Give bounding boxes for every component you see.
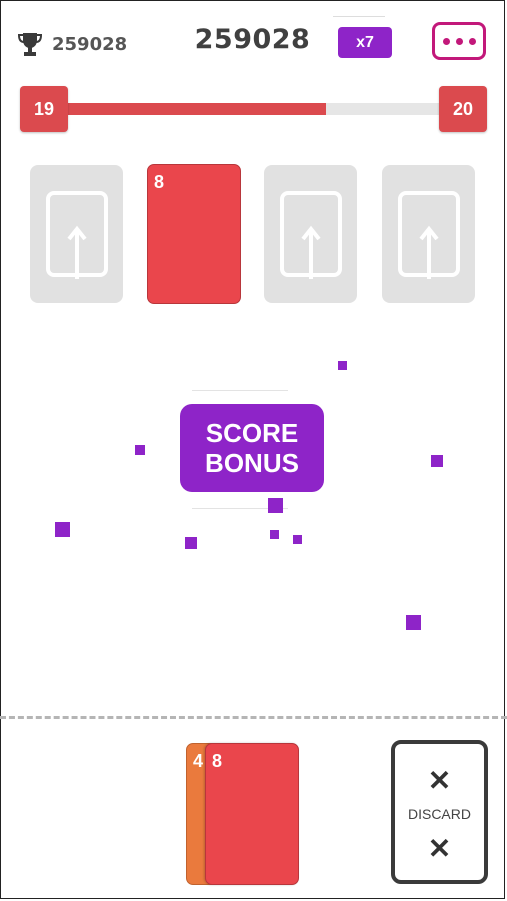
- best-score-value: 259028: [52, 33, 128, 55]
- bonus-line-top: [192, 390, 288, 391]
- confetti-particle: [185, 537, 197, 549]
- menu-button[interactable]: [432, 22, 486, 60]
- menu-dot-icon: [442, 37, 450, 45]
- upload-arrow-icon: [398, 191, 460, 279]
- bonus-text-line2: BONUS: [205, 448, 299, 478]
- confetti-particle: [268, 498, 283, 513]
- card-slot-1[interactable]: [30, 165, 123, 303]
- current-score: 259028: [194, 24, 311, 55]
- bonus-text-line1: SCORE: [205, 418, 299, 448]
- level-progress-bar: [66, 103, 440, 115]
- menu-dot-icon: [468, 37, 476, 45]
- card-value: 4: [193, 751, 204, 771]
- level-progress-fill: [66, 103, 326, 115]
- confetti-particle: [293, 535, 302, 544]
- next-level-badge: 20: [439, 86, 487, 132]
- discard-x-icon: ✕: [427, 833, 452, 864]
- hand-card-front[interactable]: 8: [205, 743, 299, 885]
- score-bonus-badge: SCORE BONUS: [180, 404, 324, 492]
- card-slot-4[interactable]: [382, 165, 475, 303]
- card-slot-3[interactable]: [264, 165, 357, 303]
- confetti-particle: [55, 522, 70, 537]
- confetti-particle: [406, 615, 421, 630]
- confetti-particle: [135, 445, 145, 455]
- card-value: 8: [212, 751, 223, 771]
- card-value: 8: [154, 172, 165, 192]
- upload-arrow-icon: [280, 191, 342, 279]
- discard-pile[interactable]: ✕ DISCARD ✕: [391, 740, 488, 884]
- discard-label: DISCARD: [407, 806, 471, 822]
- menu-dot-icon: [455, 37, 463, 45]
- multiplier-underline: [333, 16, 385, 17]
- discard-x-icon: ✕: [427, 765, 452, 796]
- trophy-icon: [17, 33, 43, 56]
- hand-divider: [0, 716, 507, 719]
- multiplier-badge: x7: [338, 27, 392, 58]
- best-score: 259028: [16, 30, 127, 58]
- confetti-particle: [270, 530, 279, 539]
- confetti-particle: [431, 455, 443, 467]
- confetti-particle: [338, 361, 347, 370]
- card-slot-2[interactable]: 8: [147, 164, 241, 304]
- current-level-badge: 19: [20, 86, 68, 132]
- upload-arrow-icon: [46, 191, 108, 279]
